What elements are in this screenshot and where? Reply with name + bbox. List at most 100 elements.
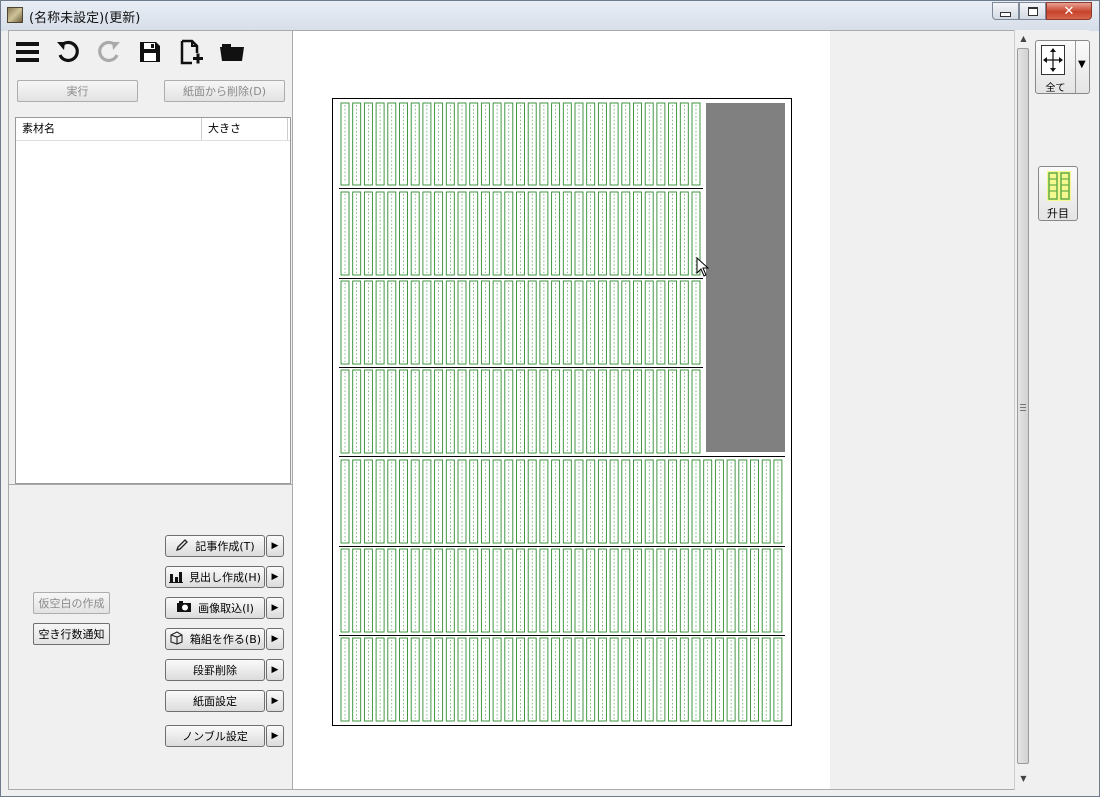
nombre-settings-button[interactable]: ノンブル設定 <box>165 725 265 747</box>
menu-icon[interactable] <box>15 39 41 65</box>
text-column-cell <box>363 637 373 722</box>
text-column-cell <box>539 637 549 722</box>
split-divider <box>1075 41 1076 93</box>
text-column-cell <box>714 637 724 722</box>
text-column-cell <box>492 459 502 544</box>
undo-icon[interactable] <box>55 39 81 65</box>
scrollbar-thumb[interactable] <box>1017 48 1029 764</box>
text-column-cell <box>597 548 607 633</box>
text-column-cell <box>457 548 467 633</box>
panel-splitter[interactable] <box>9 484 292 485</box>
delete-from-page-button[interactable]: 紙面から削除(D) <box>164 80 285 102</box>
text-column-cell <box>586 369 596 454</box>
text-column-cell <box>586 280 596 365</box>
text-column-cell <box>562 191 572 276</box>
text-column-cell <box>668 191 678 276</box>
scroll-down-icon[interactable]: ▼ <box>1015 774 1032 783</box>
open-folder-icon[interactable] <box>219 39 245 65</box>
create-headline-dropdown[interactable]: ▶ <box>266 566 284 588</box>
empty-rows-notice-button[interactable]: 空き行数通知 <box>33 623 110 645</box>
text-column-cell <box>726 637 736 722</box>
text-column-cell <box>691 280 701 365</box>
text-column-cell <box>445 637 455 722</box>
text-column-cell <box>422 548 432 633</box>
create-temp-blank-button[interactable]: 仮空白の作成 <box>33 592 110 614</box>
page-settings-dropdown[interactable]: ▶ <box>266 690 284 712</box>
text-column-cell <box>516 548 525 633</box>
close-button[interactable]: ✕ <box>1046 2 1092 20</box>
create-article-dropdown[interactable]: ▶ <box>266 535 284 557</box>
text-column-cell <box>586 191 596 276</box>
create-box-button[interactable]: 箱組を作る(B) <box>165 628 265 650</box>
maximize-button[interactable] <box>1019 2 1046 20</box>
create-headline-label: 見出し作成(H) <box>189 571 261 584</box>
text-column-cell <box>469 637 479 722</box>
zoom-dropdown-icon[interactable]: ▼ <box>1078 59 1086 70</box>
text-column-cell <box>492 637 502 722</box>
text-column-cell <box>527 191 537 276</box>
text-column-cell <box>469 459 479 544</box>
run-button[interactable]: 実行 <box>17 80 138 102</box>
grid-label: 升目 <box>1047 207 1069 220</box>
save-icon[interactable] <box>137 39 163 65</box>
text-column-cell <box>621 191 631 276</box>
text-column-cell <box>434 369 444 454</box>
text-column-cell <box>363 191 373 276</box>
create-article-button[interactable]: 記事作成(T) <box>165 535 265 557</box>
text-column-cell <box>375 459 385 544</box>
header-divider <box>16 140 290 141</box>
text-column-cell <box>703 548 713 633</box>
minimize-button[interactable] <box>992 2 1019 20</box>
text-column-cell <box>445 369 455 454</box>
text-column-cell <box>480 191 490 276</box>
text-column-cell <box>504 637 514 722</box>
text-column-cell <box>504 548 514 633</box>
text-column-cell <box>352 191 362 276</box>
text-column-cell <box>352 280 362 365</box>
text-column-cell <box>399 548 408 633</box>
column-header-size[interactable]: 大きさ <box>202 118 288 140</box>
page-canvas-area[interactable] <box>292 30 1015 790</box>
scroll-up-icon[interactable]: ▲ <box>1015 34 1032 43</box>
create-box-dropdown[interactable]: ▶ <box>266 628 284 650</box>
import-image-dropdown[interactable]: ▶ <box>266 597 284 619</box>
grip-line <box>1020 407 1026 408</box>
import-image-button[interactable]: 画像取込(I) <box>165 597 265 619</box>
right-panel: ▼ 全て 升目 <box>1031 30 1090 790</box>
text-column-cell <box>516 191 525 276</box>
pencil-icon <box>175 538 189 555</box>
text-column-cell <box>434 191 444 276</box>
move-all-icon <box>1041 45 1065 75</box>
left-panel: 実行 紙面から削除(D) 素材名 大きさ 仮空白の作成 空き行数通知 記事作成(… <box>8 30 293 790</box>
text-column-cell <box>434 459 444 544</box>
text-column-cell <box>644 637 654 722</box>
text-column-cell <box>562 280 572 365</box>
text-column-cell <box>551 280 561 365</box>
create-headline-button[interactable]: 見出し作成(H) <box>165 566 265 588</box>
delete-column-rule-dropdown[interactable]: ▶ <box>266 659 284 681</box>
text-column-cell <box>773 637 783 722</box>
text-column-cell <box>422 280 432 365</box>
text-column-cell <box>750 637 759 722</box>
text-column-cell <box>375 280 385 365</box>
text-column-cell <box>504 191 514 276</box>
grid-toggle-button[interactable]: 升目 <box>1038 166 1078 221</box>
column-header-name[interactable]: 素材名 <box>16 118 202 140</box>
vertical-scrollbar[interactable]: ▲ ▼ <box>1014 30 1032 790</box>
title-bar[interactable]: (名称未設定)(更新) ✕ <box>1 1 1099 31</box>
material-list[interactable]: 素材名 大きさ <box>15 117 291 484</box>
text-column-cell <box>562 548 572 633</box>
text-column-cell <box>539 280 549 365</box>
text-column-cell <box>738 637 748 722</box>
zoom-all-button[interactable]: ▼ 全て <box>1035 40 1090 94</box>
text-column-cell <box>668 637 678 722</box>
newspaper-page[interactable] <box>332 98 792 726</box>
nombre-settings-dropdown[interactable]: ▶ <box>266 725 284 747</box>
text-column-cell <box>399 280 408 365</box>
page-settings-button[interactable]: 紙面設定 <box>165 690 265 712</box>
text-column-cell <box>469 280 479 365</box>
new-document-icon[interactable] <box>178 39 204 65</box>
text-column-cell <box>621 637 631 722</box>
delete-column-rule-button[interactable]: 段罫削除 <box>165 659 265 681</box>
text-column-cell <box>410 459 420 544</box>
